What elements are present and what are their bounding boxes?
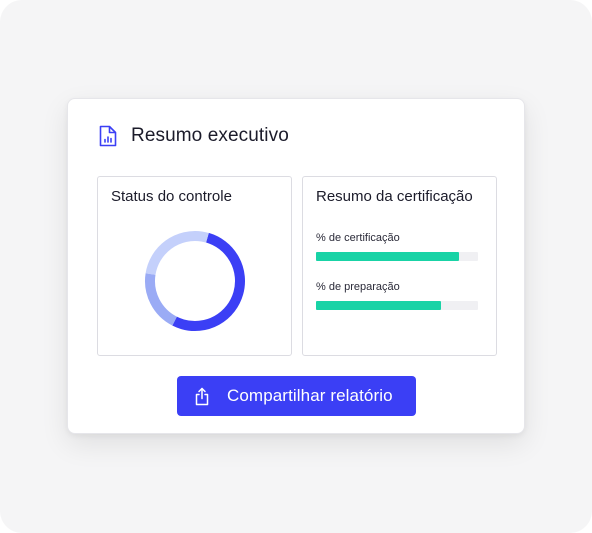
control-status-donut [145, 231, 245, 331]
certification-progress-fill [316, 252, 459, 261]
share-report-button[interactable]: Compartilhar relatório [177, 376, 416, 416]
preparation-percent-label: % de preparação [316, 281, 400, 293]
document-chart-icon [99, 125, 117, 147]
preparation-progress-fill [316, 301, 441, 310]
donut-segment-2 [145, 231, 245, 331]
control-status-panel: Status do controle [97, 176, 292, 356]
certification-summary-panel: Resumo da certificação % de certificação… [302, 176, 497, 356]
certification-summary-title: Resumo da certificação [316, 188, 473, 205]
donut-segment-3 [145, 231, 245, 331]
preparation-progress-bar [316, 301, 478, 310]
certification-percent-label: % de certificação [316, 232, 400, 244]
page-title: Resumo executivo [131, 125, 289, 146]
control-status-title: Status do controle [111, 188, 232, 205]
donut-segment-1 [145, 231, 245, 331]
share-report-label: Compartilhar relatório [227, 386, 393, 405]
certification-progress-bar [316, 252, 478, 261]
executive-summary-card: Resumo executivo Status do controle Resu… [67, 98, 525, 434]
card-header: Resumo executivo [98, 125, 289, 147]
share-upload-icon [195, 387, 209, 405]
